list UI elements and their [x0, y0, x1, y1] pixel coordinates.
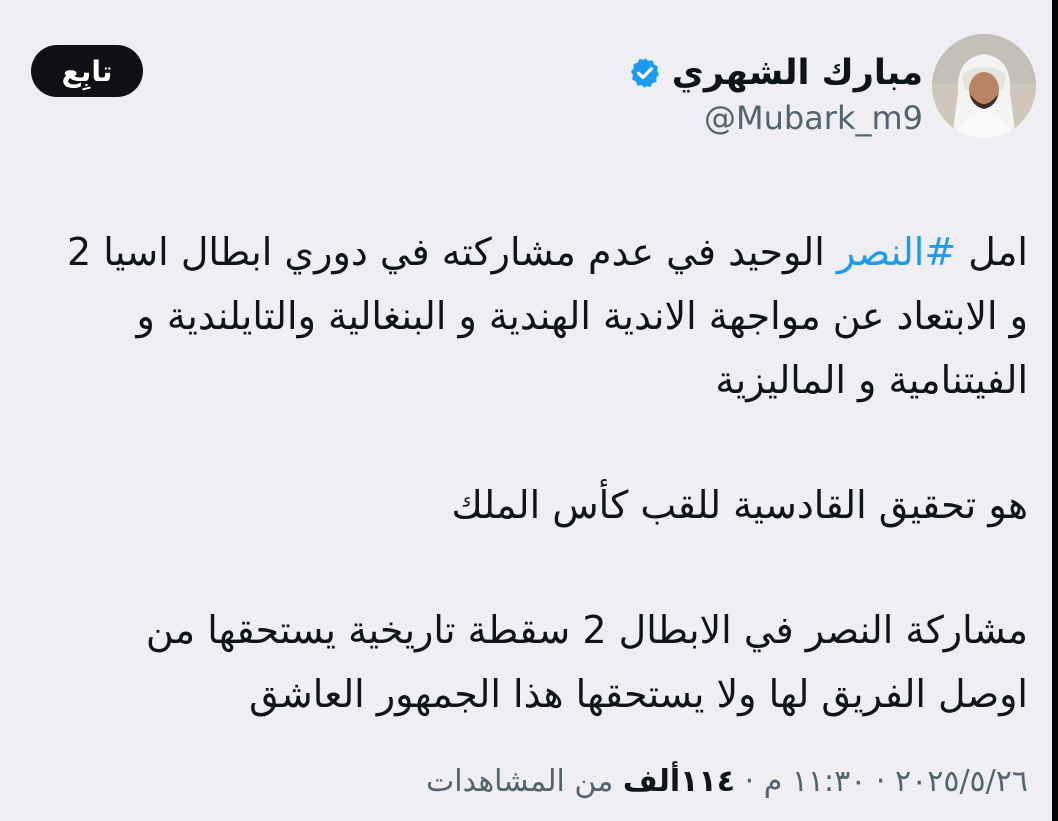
follow-button[interactable]: تابِع: [31, 45, 143, 97]
views-count: ١١٤ألف: [622, 764, 736, 799]
hashtag-link[interactable]: #النصر: [837, 230, 956, 274]
meta-separator: ·: [866, 764, 895, 799]
tweet-card: مبارك الشهري @Mubark_m9 تابِع امل #النصر…: [0, 0, 1058, 821]
tweet-line-1-prefix: امل: [956, 230, 1028, 274]
tweet-text: امل #النصر الوحيد في عدم مشاركته في دوري…: [18, 220, 1028, 726]
verified-badge-icon: [628, 56, 662, 90]
tweet-line-5: مشاركة النصر في الابطال 2 سقطة تاريخية ي…: [145, 608, 1028, 652]
tweet-line-2: و الابتعاد عن مواجهة الاندية الهندية و ا…: [136, 294, 1028, 338]
tweet-time[interactable]: ١١:٣٠ م: [764, 764, 867, 799]
avatar[interactable]: [932, 34, 1036, 138]
author-name-row[interactable]: مبارك الشهري: [628, 48, 923, 98]
tweet-line-1: امل #النصر الوحيد في عدم مشاركته في دوري…: [18, 220, 1028, 284]
meta-separator: ·: [735, 764, 764, 799]
screen-edge: [1052, 0, 1058, 821]
views-label: من المشاهدات: [426, 764, 623, 799]
tweet-line-1-suffix: الوحيد في عدم مشاركته في دوري ابطال اسيا…: [67, 230, 837, 274]
author-handle[interactable]: @Mubark_m9: [704, 96, 923, 140]
tweet-line-4: هو تحقيق القادسية للقب كأس الملك: [451, 483, 1028, 527]
avatar-photo: [932, 34, 1036, 138]
tweet-meta: ٢٠٢٥/٥/٢٦ · ١١:٣٠ م · ١١٤ألف من المشاهدا…: [426, 758, 1028, 806]
author-display-name[interactable]: مبارك الشهري: [672, 48, 923, 98]
tweet-line-3: الفيتنامية و الماليزية: [715, 358, 1028, 402]
tweet-line-6: اوصل الفريق لها ولا يستحقها هذا الجمهور …: [249, 672, 1028, 716]
tweet-date[interactable]: ٢٠٢٥/٥/٢٦: [895, 764, 1028, 799]
